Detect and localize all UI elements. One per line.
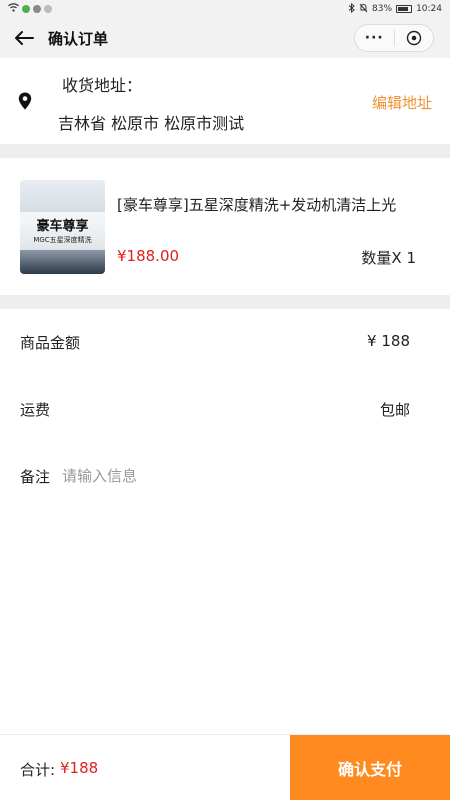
shipping-row: 运费 包邮 [0,395,450,425]
goods-amount-row: 商品金额 ¥ 188 [0,328,450,358]
section-divider [0,295,450,309]
mini-program-capsule: ··· [354,24,434,52]
notification-app-icon [44,5,52,13]
status-icons-left [8,3,52,15]
product-card: 豪车尊享 MGC五星深度精洗 [豪车尊享]五星深度精洗+发动机清洁上光 ¥188… [0,158,450,295]
more-dots-icon: ··· [364,30,384,46]
total-label: 合计: [20,761,56,779]
notification-app-icon [33,5,41,13]
checkout-footer: 合计: ¥188 确认支付 [0,734,450,800]
remark-row: 备注 [0,462,450,492]
more-button[interactable]: ··· [355,25,394,51]
shipping-label: 运费 [20,401,51,419]
arrow-left-icon [15,31,34,45]
page-title: 确认订单 [48,29,109,48]
nav-bar: 确认订单 ··· [0,18,450,58]
location-pin-icon [18,92,32,114]
address-card[interactable]: 收货地址： 吉林省 松原市 松原市测试 编辑地址 [0,58,450,144]
confirm-pay-button[interactable]: 确认支付 [290,735,450,800]
product-price: ¥188.00 [117,247,180,265]
status-icons-right: 83% 10:24 [348,2,442,16]
goods-amount-value: ¥ 188 [367,332,410,350]
edit-address-link[interactable]: 编辑地址 [372,92,432,113]
address-label: 收货地址： [62,76,143,95]
status-time: 10:24 [416,4,442,14]
remark-input[interactable] [62,462,392,490]
remark-label: 备注 [20,468,51,486]
product-thumbnail: 豪车尊享 MGC五星深度精洗 [20,180,105,274]
product-name: [豪车尊享]五星深度精洗+发动机清洁上光 [117,196,397,214]
close-button[interactable] [395,25,434,51]
mute-icon [359,3,368,16]
address-value: 吉林省 松原市 松原市测试 [58,114,245,133]
close-circle-icon [406,30,421,46]
status-bar: 83% 10:24 [0,0,450,18]
thumbnail-title: 豪车尊享 [36,219,89,234]
shipping-value: 包邮 [379,401,410,419]
battery-icon [396,5,413,13]
wifi-icon [8,3,19,15]
total-value: ¥188 [60,759,99,777]
battery-percent: 83% [372,4,393,14]
product-quantity: 数量X 1 [361,249,416,267]
notification-app-icon [22,5,30,13]
section-divider [0,144,450,158]
back-button[interactable] [6,18,42,58]
thumbnail-subtitle: MGC五星深度精洗 [33,236,92,244]
bluetooth-icon [348,2,355,16]
goods-amount-label: 商品金额 [20,334,81,352]
